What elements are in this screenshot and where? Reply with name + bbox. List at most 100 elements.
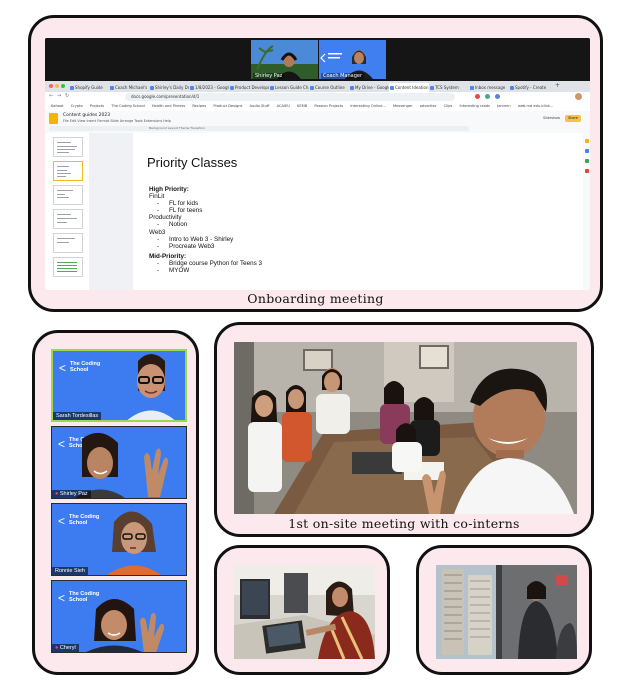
participant-name-label: Sarah Tordesillas — [53, 412, 102, 420]
side-panel — [583, 133, 590, 290]
slide-line: FinLit — [149, 193, 165, 201]
slide-thumbnail[interactable] — [53, 257, 83, 277]
bookmark[interactable]: Interesting reads — [460, 104, 491, 108]
reload-icon[interactable]: ↻ — [65, 93, 69, 99]
slide-canvas-area: Priority Classes High Priority: FinLit F… — [89, 133, 588, 290]
bookmark[interactable]: KEMB — [297, 104, 307, 108]
minimize-window-icon[interactable] — [55, 84, 59, 88]
slide-bullet: Bridge course Python for Teens 3 — [149, 260, 262, 267]
participant-video — [74, 432, 168, 498]
office-photo-frame — [416, 545, 592, 675]
slide-line: Mid-Priority: — [149, 252, 187, 260]
bookmark[interactable]: Crypto — [71, 104, 83, 108]
bookmark[interactable]: The Coding School — [111, 104, 144, 108]
browser-tab[interactable]: Course Outline — [309, 83, 349, 92]
bookmark[interactable]: Jammin — [497, 104, 511, 108]
participant-name-label: ● Cheryl — [52, 644, 79, 652]
group-photo-image — [234, 342, 577, 514]
browser-tab[interactable]: Product Developm... — [229, 83, 269, 92]
desk-photo-image — [234, 565, 375, 659]
participant-video — [86, 599, 164, 652]
back-arrow-icon[interactable]: ← — [49, 93, 53, 99]
slide-title[interactable]: Priority Classes — [147, 155, 237, 170]
maximize-window-icon[interactable] — [61, 84, 65, 88]
browser-tab[interactable]: Shirley's Daily Dr... — [149, 83, 189, 92]
url-input[interactable]: docs.google.com/presentation/d/1 — [125, 93, 455, 101]
bookmark[interactable]: Kahoot — [51, 104, 64, 108]
participant-name: Shirley Paz — [59, 491, 88, 497]
bookmark[interactable]: Recipes — [192, 104, 206, 108]
slideshow-button[interactable]: Slideshow — [543, 115, 560, 122]
browser-tab[interactable]: Inbox message — [469, 83, 509, 92]
extension-icon[interactable] — [495, 94, 500, 99]
participant-name: Coach Manager — [321, 73, 365, 79]
slide-filmstrip — [45, 133, 90, 290]
browser-tab[interactable]: Coach Michael's — [109, 83, 149, 92]
desk-photo — [234, 565, 375, 659]
bookmark[interactable]: Product Designs — [213, 104, 242, 108]
slide-bullet: Notion — [149, 221, 262, 228]
browser-tab[interactable]: My Drive - Google — [349, 83, 389, 92]
document-title[interactable]: Content guides 2023 — [63, 113, 110, 118]
slide-body[interactable]: High Priority: FinLit FL for kids FL for… — [149, 186, 262, 274]
bookmark[interactable]: Clips — [444, 104, 453, 108]
browser-tab[interactable]: Shopify Guide — [69, 83, 109, 92]
bookmark[interactable]: Messenger — [393, 104, 413, 108]
slides-header: Content guides 2023 File Edit View Inser… — [45, 111, 590, 134]
menu-bar[interactable]: File Edit View Insert Format Slide Arran… — [63, 119, 171, 123]
bookmark[interactable]: Passion Projects — [314, 104, 343, 108]
bookmark[interactable]: Interesting Online... — [350, 104, 386, 108]
participant-video-tile[interactable]: The Coding School ● Shirley Paz — [51, 426, 187, 499]
onboarding-screenshot: Shirley Paz Coach Manager Shopify Guide … — [45, 38, 590, 290]
bookmark[interactable]: web.md edu.blink... — [518, 104, 553, 108]
tasks-icon[interactable] — [584, 149, 589, 153]
slide-thumbnail[interactable] — [53, 185, 83, 205]
photo-caption: Onboarding meeting — [247, 291, 384, 306]
bookmark[interactable]: ACAIEU — [277, 104, 290, 108]
bookmark[interactable]: Projects — [90, 104, 104, 108]
contacts-icon[interactable] — [584, 159, 589, 163]
slide-line: Productivity — [149, 214, 182, 222]
bookmark[interactable]: Audio Stuff — [250, 104, 270, 108]
participant-video-tile[interactable]: The Coding School Sarah Tordesillas — [51, 349, 187, 422]
browser-tab[interactable]: 1/8/2023 - Google — [189, 83, 229, 92]
participant-video-tile[interactable]: Shirley Paz — [251, 40, 318, 79]
participant-video-tile[interactable]: Coach Manager — [319, 40, 386, 79]
slide-thumbnail[interactable] — [53, 137, 83, 157]
video-call-strip: Shirley Paz Coach Manager — [45, 38, 590, 81]
participant-video-tile[interactable]: The Coding School Ronnie Sieh — [51, 503, 187, 576]
onsite-meeting-frame: 1st on-site meeting with co-interns — [214, 322, 594, 537]
share-button[interactable]: Share — [565, 115, 581, 122]
bookmark[interactable]: Health and Fitness — [152, 104, 185, 108]
browser-tab[interactable]: Lesson Guide Ch... — [269, 83, 309, 92]
participant-name: Shirley Paz — [253, 73, 285, 79]
maps-icon[interactable] — [584, 169, 589, 173]
slide-thumbnail[interactable] — [53, 233, 83, 253]
photo-caption: 1st on-site meeting with co-interns — [288, 516, 520, 531]
participant-video-tile[interactable]: The Coding School ● Cheryl — [51, 580, 187, 653]
slide-thumbnail-selected[interactable] — [53, 161, 83, 181]
keep-icon[interactable] — [584, 139, 589, 143]
forward-arrow-icon[interactable]: → — [57, 93, 61, 99]
formatting-toolbar[interactable]: Background Layout Theme Transition — [49, 126, 469, 131]
slide-bullet: FL for kids — [149, 200, 262, 207]
work-photo-frame — [214, 545, 390, 675]
slides-logo-icon — [49, 113, 58, 124]
participant-name-label: Ronnie Sieh — [52, 567, 88, 575]
bookmark[interactable]: advertise — [420, 104, 437, 108]
current-slide[interactable]: Priority Classes High Priority: FinLit F… — [133, 133, 588, 290]
browser-tab[interactable]: TCS System — [429, 83, 469, 92]
slide-bullet: Intro to Web 3 - Shirley — [149, 236, 262, 243]
slide-thumbnail[interactable] — [53, 209, 83, 229]
new-tab-icon[interactable]: + — [555, 82, 560, 89]
close-window-icon[interactable] — [49, 84, 53, 88]
participant-name: Cheryl — [59, 645, 76, 651]
browser-tab-active[interactable]: Content Ideation — [389, 83, 429, 92]
slide-line: Web3 — [149, 228, 166, 236]
profile-avatar[interactable] — [575, 93, 582, 100]
extension-icon[interactable] — [475, 94, 480, 99]
video-grid-frame: The Coding School Sarah Tordesillas The … — [32, 330, 199, 675]
extension-icon[interactable] — [485, 94, 490, 99]
browser-tab[interactable]: Spotify - Create — [509, 83, 549, 92]
slide-bullet: FL for teens — [149, 207, 262, 214]
